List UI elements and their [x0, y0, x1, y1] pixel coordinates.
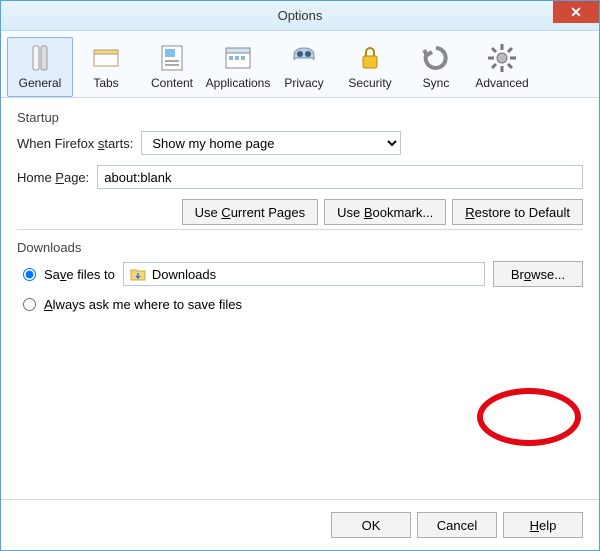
cancel-button[interactable]: Cancel — [417, 512, 497, 538]
window-title: Options — [278, 8, 323, 23]
folder-icon — [130, 267, 146, 281]
tab-label: General — [19, 76, 62, 90]
restore-default-button[interactable]: Restore to Default — [452, 199, 583, 225]
annotation-circle — [477, 388, 581, 446]
help-button[interactable]: Help — [503, 512, 583, 538]
save-files-to-radio[interactable] — [23, 268, 36, 281]
downloads-group-label: Downloads — [17, 240, 583, 255]
privacy-icon — [288, 42, 320, 74]
tab-general[interactable]: General — [7, 37, 73, 97]
when-starts-select[interactable]: Show my home page — [141, 131, 401, 155]
tab-label: Content — [151, 76, 193, 90]
tab-tabs[interactable]: Tabs — [73, 37, 139, 97]
when-starts-label: When Firefox starts: — [17, 136, 133, 151]
advanced-icon — [486, 42, 518, 74]
use-bookmark-button[interactable]: Use Bookmark... — [324, 199, 446, 225]
download-path-value: Downloads — [152, 267, 216, 282]
use-current-pages-button[interactable]: Use Current Pages — [182, 199, 319, 225]
tabs-icon — [90, 42, 122, 74]
tab-label: Advanced — [475, 76, 528, 90]
downloads-section: Downloads Save files to Downloads Browse… — [17, 240, 583, 312]
titlebar: Options ✕ — [1, 1, 599, 31]
tab-advanced[interactable]: Advanced — [469, 37, 535, 97]
tab-label: Privacy — [284, 76, 323, 90]
tab-label: Applications — [206, 76, 271, 90]
browse-button[interactable]: Browse... — [493, 261, 583, 287]
ok-button[interactable]: OK — [331, 512, 411, 538]
content-icon — [156, 42, 188, 74]
close-button[interactable]: ✕ — [553, 1, 599, 23]
applications-icon — [222, 42, 254, 74]
divider — [17, 229, 583, 230]
sync-icon — [420, 42, 452, 74]
save-files-to-label: Save files to — [44, 267, 115, 282]
tab-security[interactable]: Security — [337, 37, 403, 97]
general-icon — [24, 42, 56, 74]
general-panel: Startup When Firefox starts: Show my hom… — [1, 98, 599, 499]
tab-applications[interactable]: Applications — [205, 37, 271, 97]
tab-privacy[interactable]: Privacy — [271, 37, 337, 97]
always-ask-radio[interactable] — [23, 298, 36, 311]
security-icon — [354, 42, 386, 74]
tab-label: Tabs — [93, 76, 118, 90]
category-toolbar: General Tabs Content Applications Privac… — [1, 31, 599, 98]
always-ask-label: Always ask me where to save files — [44, 297, 242, 312]
dialog-footer: OK Cancel Help — [1, 499, 599, 550]
tab-content[interactable]: Content — [139, 37, 205, 97]
download-path-box[interactable]: Downloads — [123, 262, 485, 286]
home-page-input[interactable] — [97, 165, 583, 189]
startup-group-label: Startup — [17, 110, 583, 125]
home-page-label: Home Page: — [17, 170, 89, 185]
options-window: Options ✕ General Tabs Content Applicati… — [0, 0, 600, 551]
tab-sync[interactable]: Sync — [403, 37, 469, 97]
tab-label: Sync — [423, 76, 450, 90]
tab-label: Security — [348, 76, 391, 90]
